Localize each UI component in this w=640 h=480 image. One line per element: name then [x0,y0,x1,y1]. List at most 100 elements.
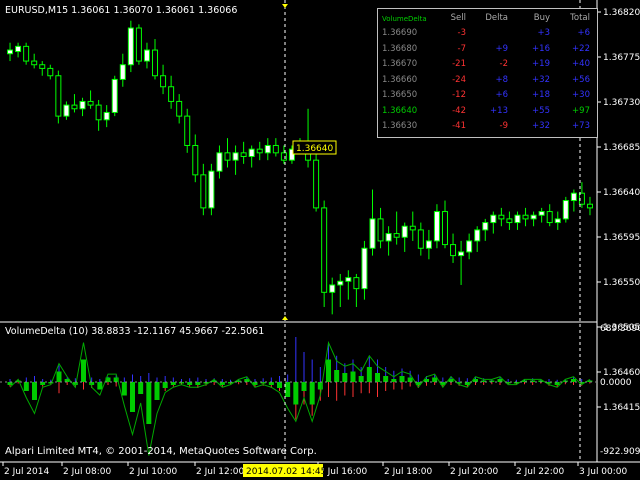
sell-cell: -42 [452,105,466,116]
sell-cell: -41 [452,121,466,131]
buy-cell: +19 [532,59,550,69]
delta-histogram-bar [162,382,168,388]
candle-body [248,148,255,157]
candle-body [538,211,545,216]
sell-cell: -21 [452,59,466,69]
price-tick-label: 1.36415 [603,403,640,413]
total-cell: +73 [572,121,590,131]
svg-text:1.36640: 1.36640 [296,144,333,154]
price-cell: 1.36640 [382,105,418,116]
delta-histogram-bar [23,382,29,391]
candle-body [530,214,537,220]
candle-body [23,45,30,62]
candle-body [135,27,142,62]
delta-cell: +13 [490,105,508,116]
candle-body [184,115,191,146]
table-row: 1.36630 -41 -9 +32 +73 [378,121,597,136]
symbol-info: EURUSD,M15 1.36061 1.36070 1.36061 1.360… [5,5,238,16]
price-cell: 1.36680 [382,43,418,54]
delta-histogram-bar [301,382,307,391]
delta-cell: -9 [499,121,508,131]
candle-body [450,244,457,257]
total-cell: +40 [572,59,590,69]
delta-histogram-bar [399,376,405,382]
table-row: 1.36640 -42 +13 +55 +97 [378,106,597,121]
delta-histogram-bar [342,373,348,382]
candle-body [119,64,126,80]
svg-text:2014.07.02 14:45: 2014.07.02 14:45 [246,467,326,477]
candle-body [264,144,271,154]
delta-histogram-bar [432,377,438,382]
candle-body [393,233,400,238]
buy-cell: +18 [532,90,550,100]
candle-body [466,240,473,253]
time-tick-label: 3 Jul 00:00 [579,467,628,477]
delta-histogram-bar [277,382,282,388]
candle-body [353,277,360,290]
candle-body [514,214,521,224]
candle-body [200,174,207,209]
candle-body [522,214,529,220]
candle-body [586,203,593,209]
delta-histogram-bar [154,382,160,400]
candle-body [7,49,14,55]
price-cell: 1.36690 [382,28,418,38]
table-header: VolumeDelta Sell Delta Buy Total [378,13,597,28]
price-cell: 1.36630 [382,121,418,131]
candle-body [417,229,424,249]
indicator-tick-label: -922.9094 [600,447,640,457]
delta-histogram-bar [407,377,413,382]
delta-histogram-bar [334,370,340,382]
candle-body [313,159,320,209]
candle-body [232,152,239,161]
candle-body [143,49,150,62]
candle-body [441,211,448,246]
delta-histogram-bar [138,382,144,394]
table-row: 1.36650 -12 +6 +18 +30 [378,90,597,105]
table-row: 1.36670 -21 -2 +19 +40 [378,59,597,74]
time-tick-label: 2 Jul 22:00 [516,467,565,477]
price-tick-label: 1.36685 [603,143,640,153]
candle-body [71,104,78,110]
buy-cell: +55 [532,105,550,116]
header-delta: Delta [485,13,508,23]
header-sell: Sell [450,13,466,23]
candle-body [401,225,408,238]
candle-body [216,152,223,172]
candle-body [95,104,102,121]
candle-body [433,211,440,242]
candle-body [47,67,54,77]
candle-body [39,64,46,69]
price-tick-label: 1.36460 [603,368,640,378]
candle-body [192,144,199,176]
candle-body [127,27,134,66]
candle-body [329,284,336,293]
candle-body [409,225,416,231]
volume-delta-table: VolumeDelta Sell Delta Buy Total 1.36690… [377,8,598,138]
time-tick-label: 2 Jul 2014 [4,467,49,477]
price-cell: 1.36670 [382,59,418,69]
candle-body [425,240,432,249]
delta-histogram-bar [358,376,364,382]
price-tick-label: 1.36595 [603,233,640,243]
candle-body [55,75,62,117]
candle-body [498,214,505,220]
candle-body [361,247,368,290]
candle-body [377,218,384,242]
candle-body [79,100,86,110]
delta-histogram-bar [146,382,152,424]
sell-cell: -7 [457,43,466,54]
candle-body [506,218,513,224]
sell-cell: -12 [452,90,466,100]
candle-body [63,104,70,117]
candle-body [256,148,263,154]
candle-body [272,144,279,154]
delta-histogram-bar [375,373,380,382]
delta-histogram-bar [285,382,291,397]
buy-cell: +32 [532,74,550,85]
delta-histogram-bar [56,371,62,382]
total-cell: +30 [572,90,590,100]
candle-body [385,233,392,242]
price-tick-label: 1.36730 [603,98,640,108]
time-tick-label: 2 Jul 20:00 [450,467,499,477]
